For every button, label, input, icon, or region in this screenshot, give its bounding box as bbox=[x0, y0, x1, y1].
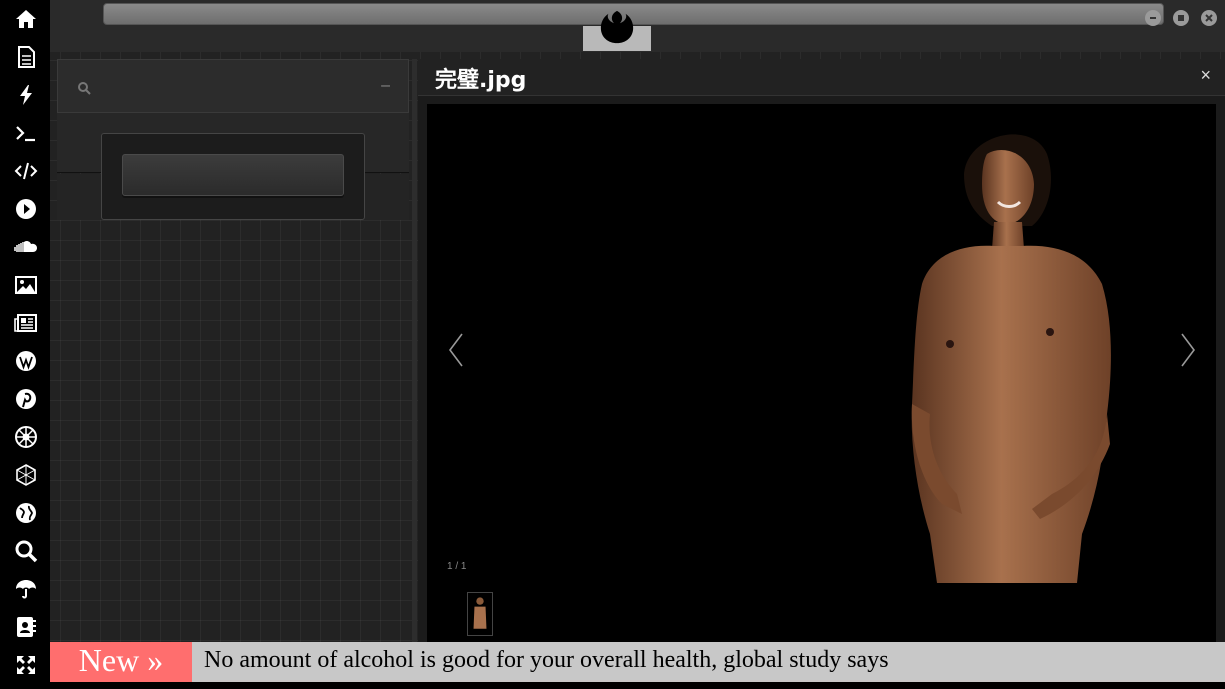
close-window-button[interactable] bbox=[1201, 10, 1217, 26]
app-window: – 完璧.jpg × 1 / 1 New » No amount of alco… bbox=[0, 0, 1225, 689]
contacts-icon[interactable] bbox=[13, 614, 39, 640]
wordpress-icon[interactable] bbox=[13, 348, 39, 374]
soundcloud-icon[interactable] bbox=[13, 234, 39, 260]
ticker-headline[interactable]: No amount of alcohol is good for your ov… bbox=[204, 647, 889, 674]
panel-splitter[interactable] bbox=[412, 59, 417, 642]
image-icon[interactable] bbox=[13, 272, 39, 298]
panel-minimize-button[interactable]: – bbox=[381, 77, 390, 95]
terminal-icon[interactable] bbox=[13, 120, 39, 146]
maximize-window-button[interactable] bbox=[1173, 10, 1189, 26]
viewer-close-button[interactable]: × bbox=[1200, 65, 1211, 86]
close-icon bbox=[1205, 14, 1213, 22]
news-icon[interactable] bbox=[13, 310, 39, 336]
globe-icon[interactable] bbox=[13, 500, 39, 526]
minimize-window-button[interactable] bbox=[1145, 10, 1161, 26]
play-icon[interactable] bbox=[13, 196, 39, 222]
bottom-strip bbox=[0, 682, 1225, 689]
panel-header: – bbox=[57, 59, 409, 113]
image-thumbnail[interactable] bbox=[467, 592, 493, 636]
panel-search-icon[interactable] bbox=[77, 81, 91, 95]
pinterest-icon[interactable] bbox=[13, 386, 39, 412]
icon-sidebar bbox=[0, 0, 50, 689]
panel-input-field[interactable] bbox=[122, 154, 344, 196]
hexagon-icon[interactable] bbox=[13, 462, 39, 488]
chevron-right-icon[interactable] bbox=[1178, 332, 1198, 368]
main-photo bbox=[911, 134, 1111, 583]
news-ticker: New » No amount of alcohol is good for y… bbox=[50, 642, 1225, 682]
new-badge[interactable]: New » bbox=[50, 642, 192, 682]
home-icon[interactable] bbox=[13, 6, 39, 32]
bolt-icon[interactable] bbox=[13, 82, 39, 108]
umbrella-icon[interactable] bbox=[13, 576, 39, 602]
chevron-left-icon[interactable] bbox=[446, 332, 466, 368]
document-icon[interactable] bbox=[13, 44, 39, 70]
rebel-alliance-logo[interactable] bbox=[598, 8, 636, 46]
panel-input-box bbox=[101, 133, 365, 220]
expand-icon[interactable] bbox=[13, 652, 39, 678]
viewer-title: 完璧.jpg bbox=[435, 68, 527, 93]
maximize-icon bbox=[1178, 15, 1184, 21]
empire-icon[interactable] bbox=[13, 424, 39, 450]
code-icon[interactable] bbox=[13, 158, 39, 184]
image-stage: 1 / 1 bbox=[427, 104, 1216, 642]
search-icon[interactable] bbox=[13, 538, 39, 564]
viewer-header: 完璧.jpg × bbox=[418, 59, 1225, 96]
image-counter: 1 / 1 bbox=[447, 561, 467, 572]
minimize-icon bbox=[1150, 17, 1156, 19]
image-viewer: 完璧.jpg × 1 / 1 bbox=[418, 59, 1225, 642]
side-panel: – bbox=[57, 59, 409, 642]
